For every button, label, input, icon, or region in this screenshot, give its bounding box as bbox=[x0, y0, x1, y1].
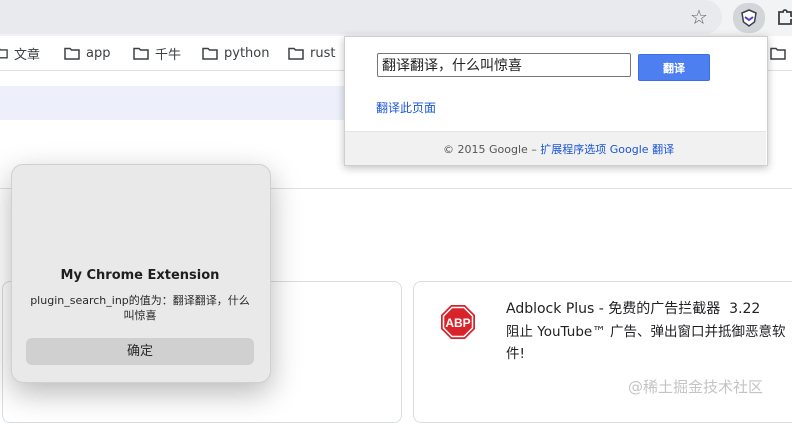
adblock-plus-icon: ABP bbox=[441, 305, 475, 339]
bookmark-item[interactable]: 文章 bbox=[0, 44, 41, 63]
translate-page-link[interactable]: 翻译此页面 bbox=[376, 99, 436, 116]
bookmark-item[interactable]: app bbox=[64, 44, 110, 62]
google-translate-link[interactable]: Google 翻译 bbox=[610, 143, 674, 156]
folder-icon bbox=[202, 47, 218, 60]
bookmark-star-icon[interactable]: ☆ bbox=[686, 4, 712, 30]
translate-input[interactable] bbox=[377, 53, 631, 77]
extension-version: 3.22 bbox=[729, 301, 761, 317]
folder-icon bbox=[133, 47, 149, 60]
dialog-ok-button[interactable]: 确定 bbox=[26, 338, 254, 365]
translate-button[interactable]: 翻译 bbox=[638, 54, 710, 81]
folder-icon bbox=[288, 47, 304, 60]
footer-copyright: © 2015 Google – bbox=[443, 143, 537, 156]
address-bar[interactable] bbox=[0, 0, 722, 34]
bookmark-label: python bbox=[224, 45, 270, 61]
dialog-title: My Chrome Extension bbox=[60, 268, 220, 283]
page-infobar bbox=[0, 86, 346, 120]
folder-icon bbox=[64, 47, 80, 60]
bookmark-item[interactable]: rust bbox=[288, 44, 335, 62]
watermark: @稀土掘金技术社区 bbox=[628, 378, 764, 396]
extensions-puzzle-icon[interactable] bbox=[775, 6, 792, 28]
extension-title: Adblock Plus - 免费的广告拦截器 3.22 bbox=[506, 298, 760, 318]
extension-options-link[interactable]: 扩展程序选项 bbox=[540, 143, 606, 156]
bookmark-item[interactable]: 千牛 bbox=[133, 44, 182, 63]
bookmark-label: rust bbox=[310, 45, 336, 61]
extension-description: 阻止 YouTube™ 广告、弹出窗口并抵御恶意软件! bbox=[506, 324, 786, 362]
abp-icon-text: ABP bbox=[445, 316, 470, 330]
dialog-message: plugin_search_inp的值为：翻译翻译，什么叫惊喜 bbox=[30, 294, 250, 322]
translate-extension-button[interactable] bbox=[733, 3, 765, 33]
folder-icon[interactable] bbox=[770, 47, 786, 60]
bookmark-label: app bbox=[86, 45, 111, 61]
popup-footer-text: © 2015 Google – 扩展程序选项 Google 翻译 bbox=[443, 141, 674, 157]
bookmark-label: 文章 bbox=[14, 47, 41, 63]
bookmark-label: 千牛 bbox=[155, 47, 182, 63]
bookmark-item[interactable]: python bbox=[202, 44, 269, 62]
extension-name: Adblock Plus - 免费的广告拦截器 bbox=[506, 301, 721, 317]
shield-icon bbox=[741, 9, 757, 27]
folder-icon bbox=[0, 48, 8, 59]
